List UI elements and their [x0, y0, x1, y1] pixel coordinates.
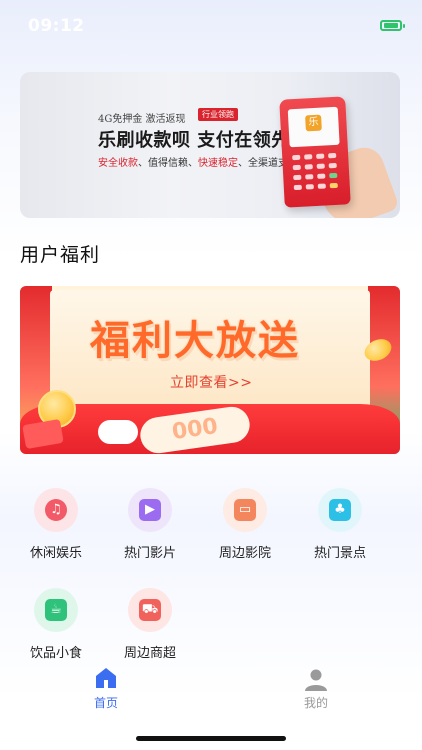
pos-screen: 乐	[287, 106, 340, 148]
battery-icon	[380, 20, 405, 31]
home-icon	[96, 668, 116, 688]
welfare-title: 福利大放送	[90, 318, 300, 364]
category-scenic-spots[interactable]: ♣ 热门景点	[292, 488, 388, 578]
category-label: 热门影片	[123, 546, 176, 561]
cloud-icon	[98, 420, 138, 444]
banner-feature: 安全收款	[98, 158, 138, 169]
tab-home[interactable]: 首页	[66, 664, 146, 714]
welfare-banner[interactable]: 福利大放送 立即查看>> 000	[20, 286, 400, 454]
category-leisure[interactable]: ♫ 休闲娱乐	[8, 488, 104, 578]
promo-banner[interactable]: 4G免押金 激活返现 行业领跑 乐刷收款呗 支付在领先 安全收款、值得信赖、快速…	[20, 72, 400, 218]
tab-home-label: 首页	[93, 696, 118, 710]
category-hot-movies[interactable]: ▶ 热门影片	[102, 488, 198, 578]
pos-logo: 乐	[305, 114, 322, 132]
tab-mine-label: 我的	[303, 696, 328, 710]
welfare-cta-link[interactable]: 立即查看>>	[170, 372, 252, 392]
scenic-icon: ♣	[318, 488, 362, 532]
movie-icon: ▶	[128, 488, 172, 532]
banner-feature: 值得信赖	[148, 158, 188, 169]
category-nearby-cinema[interactable]: ▭ 周边影院	[197, 488, 293, 578]
status-bar: 09:12	[0, 0, 422, 52]
drink-icon: ☕	[34, 588, 78, 632]
banner-promo-line: 4G免押金 激活返现	[98, 114, 186, 125]
banner-feature: 快速稳定	[198, 158, 238, 169]
leisure-icon: ♫	[34, 488, 78, 532]
banner-title: 乐刷收款呗 支付在领先	[98, 130, 290, 151]
status-time: 09:12	[28, 16, 85, 36]
category-label: 周边商超	[123, 646, 176, 661]
cart-icon: ⛟	[128, 588, 172, 632]
tab-mine[interactable]: 我的	[276, 664, 356, 714]
pos-terminal-image: 乐	[279, 96, 351, 208]
section-title: 用户福利	[20, 244, 101, 266]
home-indicator[interactable]	[136, 736, 286, 741]
banner-tag: 行业领跑	[198, 108, 238, 121]
category-label: 休闲娱乐	[29, 546, 82, 561]
category-label: 周边影院	[218, 546, 271, 561]
user-icon	[305, 669, 327, 691]
category-label: 饮品小食	[29, 646, 82, 661]
category-label: 热门景点	[313, 546, 366, 561]
banner-features: 安全收款、值得信赖、快速稳定、全渠道支付	[98, 158, 298, 169]
cinema-icon: ▭	[223, 488, 267, 532]
